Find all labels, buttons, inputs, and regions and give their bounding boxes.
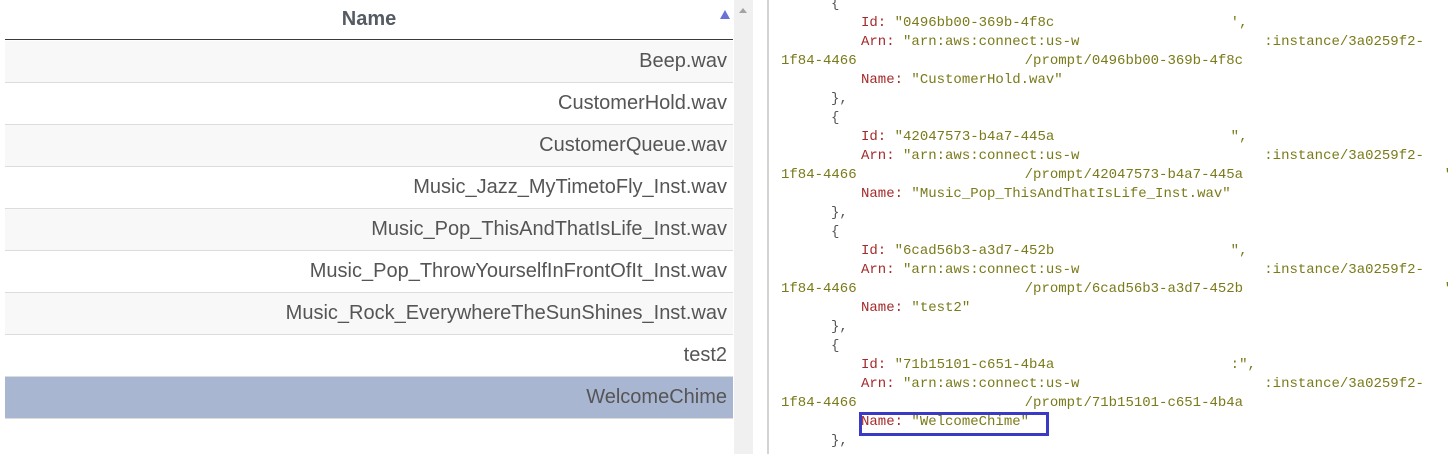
json-arn-continuation: 1f84-4466 /prompt/71b15101-c651-4b4a :", bbox=[781, 395, 1448, 411]
json-close-brace: }, bbox=[831, 433, 848, 449]
json-arn-line: Arn: "arn:aws:connect:us-w :instance/3a0… bbox=[861, 33, 1424, 52]
json-string: "arn:aws:connect:us-w :instance/3a0259f2… bbox=[903, 376, 1424, 392]
json-arn-continuation: 1f84-4466 /prompt/0496bb00-369b-4f8c .", bbox=[781, 53, 1448, 69]
json-key: Id: bbox=[861, 243, 887, 259]
table-rows: Beep.wav CustomerHold.wav CustomerQueue.… bbox=[5, 41, 733, 419]
json-arn-line: Arn: "arn:aws:connect:us-w :instance/3a0… bbox=[861, 261, 1424, 280]
json-name-line: Name: "CustomerHold.wav" bbox=[861, 71, 1063, 90]
json-key: Id: bbox=[861, 15, 887, 31]
scroll-up-arrow-icon[interactable] bbox=[739, 8, 747, 13]
sort-ascending-icon[interactable] bbox=[720, 10, 730, 19]
json-name-line: Name: "test2" bbox=[861, 299, 970, 318]
row-name: Music_Pop_ThrowYourselfInFrontOfIt_Inst.… bbox=[309, 260, 727, 282]
table-row[interactable]: Beep.wav bbox=[5, 41, 733, 83]
json-string: "Music_Pop_ThisAndThatIsLife_Inst.wav" bbox=[911, 186, 1231, 202]
row-name: Beep.wav bbox=[639, 50, 727, 72]
table-row[interactable]: Music_Pop_ThrowYourselfInFrontOfIt_Inst.… bbox=[5, 251, 733, 293]
json-string: "CustomerHold.wav" bbox=[911, 72, 1063, 88]
table-row[interactable]: CustomerHold.wav bbox=[5, 83, 733, 125]
row-name: CustomerHold.wav bbox=[558, 92, 727, 114]
json-key: Arn: bbox=[861, 376, 895, 392]
row-name: CustomerQueue.wav bbox=[539, 134, 727, 156]
row-name: Music_Jazz_MyTimetoFly_Inst.wav bbox=[413, 176, 727, 198]
json-id-line: Id: "0496bb00-369b-4f8c ', bbox=[861, 14, 1247, 33]
json-close-brace: }, bbox=[831, 91, 848, 107]
json-arn-line: Arn: "arn:aws:connect:us-w :instance/3a0… bbox=[861, 147, 1424, 166]
table-row[interactable]: test2 bbox=[5, 335, 733, 377]
table-scrollbar[interactable] bbox=[734, 0, 753, 454]
row-name: Music_Pop_ThisAndThatIsLife_Inst.wav bbox=[371, 218, 727, 240]
json-string: "arn:aws:connect:us-w :instance/3a0259f2… bbox=[903, 148, 1424, 164]
json-key: Name: bbox=[861, 72, 904, 88]
json-id-line: Id: "71b15101-c651-4b4a :", bbox=[861, 356, 1256, 375]
json-string: "42047573-b4a7-445a ", bbox=[894, 129, 1248, 145]
table-row-selected[interactable]: WelcomeChime bbox=[5, 377, 733, 419]
json-key: Id: bbox=[861, 357, 887, 373]
json-key: Name: bbox=[861, 300, 904, 316]
json-close-brace: }, bbox=[831, 205, 848, 221]
name-column-header-label: Name bbox=[341, 8, 397, 30]
json-arn-continuation: 1f84-4466 /prompt/6cad56b3-a3d7-452b ", bbox=[781, 281, 1448, 297]
json-string: "0496bb00-369b-4f8c ', bbox=[894, 15, 1248, 31]
json-key: Id: bbox=[861, 129, 887, 145]
row-name: Music_Rock_EverywhereTheSunShines_Inst.w… bbox=[285, 302, 727, 324]
json-key: Arn: bbox=[861, 262, 895, 278]
json-open-brace: { bbox=[831, 110, 840, 126]
json-string: "71b15101-c651-4b4a :", bbox=[894, 357, 1256, 373]
json-string: "arn:aws:connect:us-w :instance/3a0259f2… bbox=[903, 262, 1424, 278]
json-key: Arn: bbox=[861, 34, 895, 50]
json-open-brace: { bbox=[831, 0, 840, 12]
json-arn-continuation: 1f84-4466 /prompt/42047573-b4a7-445a ", bbox=[781, 167, 1448, 183]
json-key: Name: bbox=[861, 186, 904, 202]
json-string: "test2" bbox=[911, 300, 971, 316]
json-string: "6cad56b3-a3d7-452b ", bbox=[894, 243, 1248, 259]
table-row[interactable]: Music_Jazz_MyTimetoFly_Inst.wav bbox=[5, 167, 733, 209]
json-arn-line: Arn: "arn:aws:connect:us-w :instance/3a0… bbox=[861, 375, 1424, 394]
table-row[interactable]: Music_Pop_ThisAndThatIsLife_Inst.wav bbox=[5, 209, 733, 251]
json-id-line: Id: "6cad56b3-a3d7-452b ", bbox=[861, 242, 1247, 261]
json-key: Arn: bbox=[861, 148, 895, 164]
json-close-brace: }, bbox=[831, 319, 848, 335]
table-row[interactable]: CustomerQueue.wav bbox=[5, 125, 733, 167]
json-output-panel: { Id: "0496bb00-369b-4f8c ', Arn: "arn:a… bbox=[769, 0, 1448, 454]
json-string: "arn:aws:connect:us-w :instance/3a0259f2… bbox=[903, 34, 1424, 50]
json-open-brace: { bbox=[831, 338, 840, 354]
json-open-brace: { bbox=[831, 224, 840, 240]
name-column-header[interactable]: Name bbox=[5, 0, 733, 40]
json-id-line: Id: "42047573-b4a7-445a ", bbox=[861, 128, 1247, 147]
json-name-line: Name: "Music_Pop_ThisAndThatIsLife_Inst.… bbox=[861, 185, 1231, 204]
row-name: WelcomeChime bbox=[586, 386, 727, 408]
row-name: test2 bbox=[683, 344, 727, 366]
table-row[interactable]: Music_Rock_EverywhereTheSunShines_Inst.w… bbox=[5, 293, 733, 335]
prompts-table-panel: Name Beep.wav CustomerHold.wav CustomerQ… bbox=[0, 0, 755, 454]
highlight-annotation-box bbox=[859, 412, 1049, 436]
